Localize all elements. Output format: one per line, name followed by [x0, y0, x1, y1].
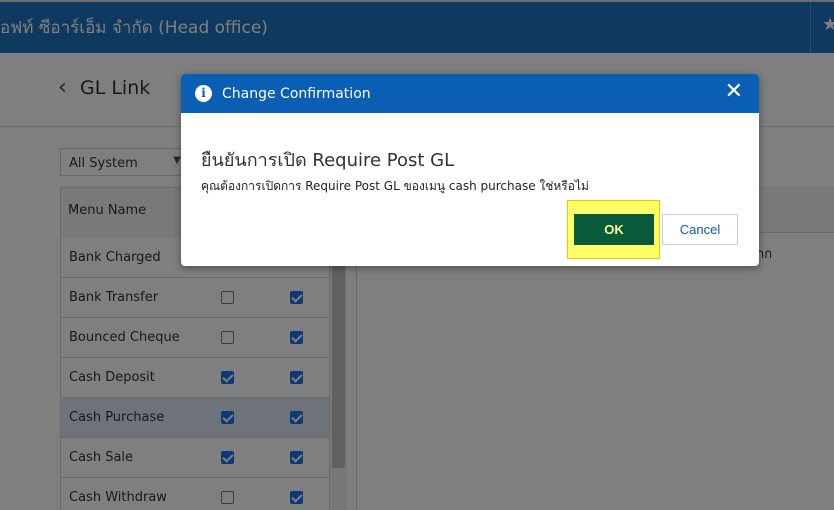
change-confirmation-dialog: i Change Confirmation ✕ ยืนยันการเปิด Re…	[181, 74, 759, 266]
cancel-button[interactable]: Cancel	[662, 214, 738, 245]
close-icon[interactable]: ✕	[725, 81, 743, 103]
dialog-message: คุณต้องการเปิดการ Require Post GL ของเมน…	[201, 179, 589, 193]
ok-button[interactable]: OK	[574, 214, 654, 245]
dialog-title: Change Confirmation	[222, 86, 371, 102]
info-icon: i	[195, 85, 212, 102]
app-page: อฟท์ ซีอาร์เอ็ม จำกัด (Head office) ★ ‹ …	[0, 0, 834, 510]
dialog-heading: ยืนยันการเปิด Require Post GL	[201, 150, 455, 171]
dialog-header: i Change Confirmation ✕	[181, 74, 759, 113]
